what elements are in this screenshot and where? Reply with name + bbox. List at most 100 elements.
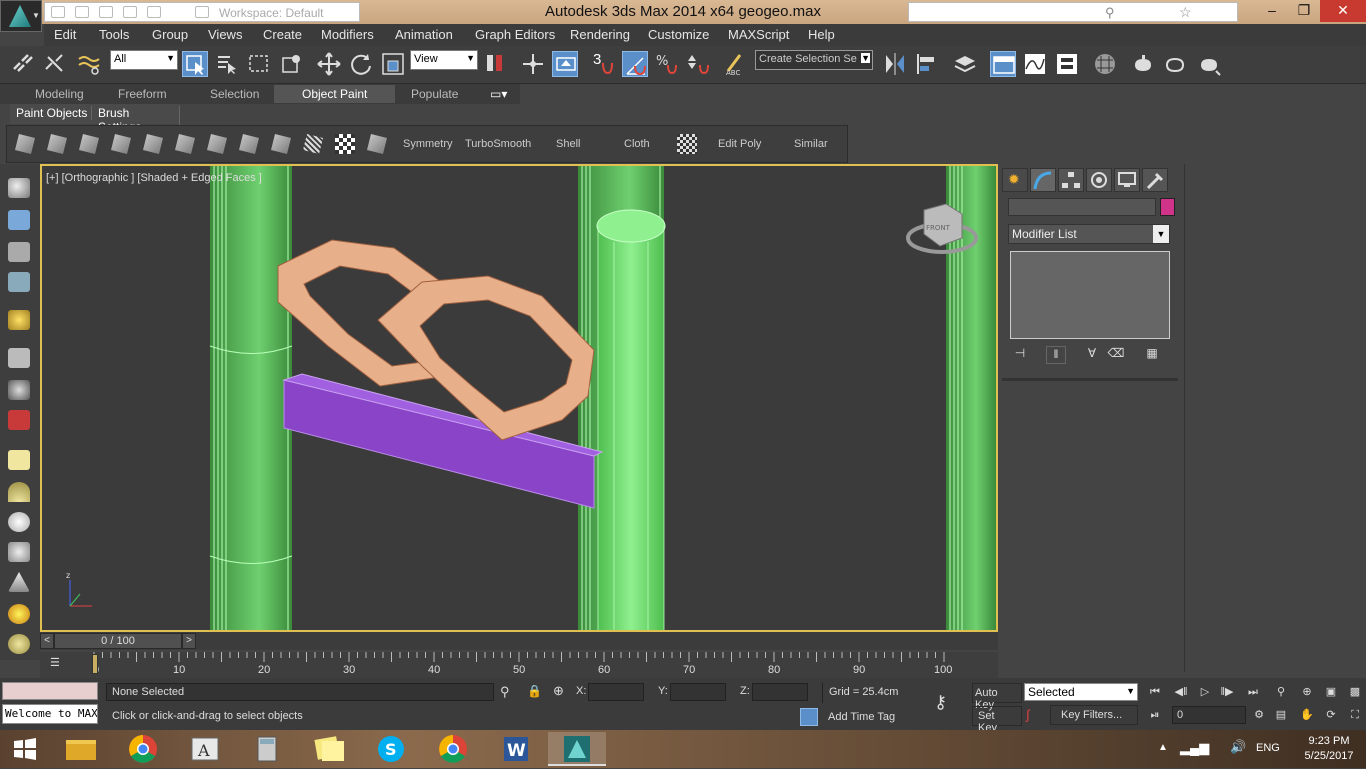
keyboard-shortcut-override-icon[interactable] [552,51,578,77]
maxscript-listener-output[interactable] [2,682,98,700]
undo-icon[interactable] [123,6,137,18]
access-icon[interactable]: A [176,732,234,766]
current-frame-field[interactable]: 0 [1172,706,1246,724]
select-and-link-icon[interactable] [10,51,36,77]
tool-shell[interactable]: Shell [556,138,580,150]
application-button[interactable]: ▼ [0,0,42,32]
tool-cloth[interactable]: Cloth [624,138,650,150]
utilities-tab-icon[interactable] [1142,168,1168,192]
track-bar[interactable]: ☰ 0 10 20 30 40 50 60 70 80 90 100 [40,652,998,678]
default-tangent-icon[interactable]: ∫ [1026,707,1048,725]
toggle-ribbon-icon[interactable] [990,51,1016,77]
paint-object-icon[interactable] [79,134,99,154]
modify-tab-icon[interactable] [1030,168,1056,192]
zoom-extents-icon[interactable]: ▣ [1322,683,1340,701]
time-configuration-icon[interactable]: ⚙ [1250,706,1268,724]
reference-coordinate-dropdown[interactable]: View ▼ [410,50,478,70]
menu-help[interactable]: Help [808,27,835,42]
select-and-manipulate-icon[interactable] [520,51,546,77]
pin-stack-icon[interactable]: ⊣ [1010,346,1030,364]
key-filters-button[interactable]: Key Filters... [1050,705,1138,725]
paint-object-icon[interactable] [111,134,131,154]
menu-edit[interactable]: Edit [54,27,76,42]
show-hidden-icons-icon[interactable]: ▲ [1158,742,1168,753]
star-icon[interactable]: ☆ [1179,4,1192,21]
chrome-icon[interactable] [114,732,172,766]
tool-similar[interactable]: Similar [794,138,828,150]
rotate-icon[interactable] [348,51,374,77]
layers-icon[interactable] [367,134,387,154]
chrome-icon[interactable] [424,732,482,766]
lock-icon[interactable]: 🔒 [527,684,542,698]
cone-icon[interactable] [8,572,30,592]
start-button[interactable] [0,732,50,766]
perspective-viewport[interactable]: FRONT z [+] [Orthographic ] [Shaded + Ed… [40,164,998,632]
word-icon[interactable]: W [486,732,544,766]
remove-modifier-icon[interactable]: ⌫ [1106,346,1126,364]
mirror-icon[interactable] [882,51,908,77]
window-crossing-icon[interactable] [278,51,304,77]
workspace-label[interactable]: Workspace: Default [219,6,324,20]
render-production-icon[interactable] [1196,51,1222,77]
minimize-button[interactable]: – [1256,0,1288,22]
x-coordinate-field[interactable] [588,683,644,701]
sticky-notes-icon[interactable] [300,732,358,766]
tab-object-paint[interactable]: Object Paint [274,85,396,103]
checker-icon[interactable] [335,134,355,154]
show-end-result-icon[interactable]: ‖ [1046,346,1066,364]
motion-tab-icon[interactable] [1086,168,1112,192]
noise-icon[interactable] [303,134,323,154]
key-mode-toggle-icon[interactable]: ⏯ [1146,706,1164,724]
camera-icon[interactable] [8,348,30,368]
selection-filter-dropdown[interactable]: All ▼ [110,50,178,70]
skype-icon[interactable]: S [362,732,420,766]
calculator-icon[interactable] [238,732,296,766]
modifier-stack[interactable] [1010,251,1170,339]
go-to-start-icon[interactable]: ⏮ [1146,683,1164,701]
file-explorer-icon[interactable] [52,732,110,766]
go-to-end-icon[interactable]: ⏭ [1244,683,1262,701]
light-icon[interactable] [8,310,30,330]
menu-views[interactable]: Views [208,27,242,42]
3dsmax-taskbar-icon[interactable] [548,732,606,766]
z-coordinate-field[interactable] [752,683,808,701]
bend-icon[interactable] [239,134,259,154]
next-frame-icon[interactable]: ‖▶ [1218,683,1236,701]
viewport-label[interactable]: [+] [Orthographic ] [Shaded + Edged Face… [46,172,262,184]
schematic-view-icon[interactable] [1054,51,1080,77]
time-tag-icon[interactable] [800,708,818,726]
set-key-button[interactable]: Set Key [972,706,1022,734]
list-icon[interactable] [8,242,30,262]
rectangular-selection-icon[interactable] [246,51,272,77]
table-icon[interactable] [8,272,30,292]
object-color-swatch[interactable] [1160,198,1175,216]
menu-graph-editors[interactable]: Graph Editors [475,27,555,42]
menu-maxscript[interactable]: MAXScript [728,27,789,42]
edit-poly-icon[interactable] [677,134,697,154]
teapot-icon[interactable] [8,178,30,198]
time-slider-next-button[interactable]: > [182,633,196,649]
angle-snap-toggle-icon[interactable] [622,51,648,77]
render-icon[interactable] [8,210,30,230]
material-editor-icon[interactable] [1092,51,1118,77]
object-name-field[interactable] [1008,198,1156,216]
hemisphere-icon[interactable] [8,482,30,502]
absolute-mode-icon[interactable]: ⊕ [553,683,564,699]
menu-rendering[interactable]: Rendering [570,27,630,42]
binoculars-icon[interactable]: ⚲ [1105,5,1115,21]
menu-modifiers[interactable]: Modifiers [321,27,374,42]
unlink-selection-icon[interactable] [42,51,68,77]
ribbon-options-icon[interactable]: ▭▾ [490,87,507,101]
cylinder[interactable] [598,226,664,630]
zoom-extents-all-icon[interactable]: ▩ [1346,683,1364,701]
paint-object-icon[interactable] [175,134,195,154]
sphere-icon[interactable] [8,512,30,532]
modifier-list-dropdown[interactable]: Modifier List ▼ [1008,224,1170,244]
tool-edit-poly[interactable]: Edit Poly [718,138,761,150]
move-icon[interactable] [316,51,342,77]
subtab-paint-objects[interactable]: Paint Objects [12,106,93,120]
menu-animation[interactable]: Animation [395,27,453,42]
tab-freeform[interactable]: Freeform [118,87,167,101]
time-slider-thumb[interactable]: 0 / 100 [54,633,182,649]
menu-create[interactable]: Create [263,27,302,42]
